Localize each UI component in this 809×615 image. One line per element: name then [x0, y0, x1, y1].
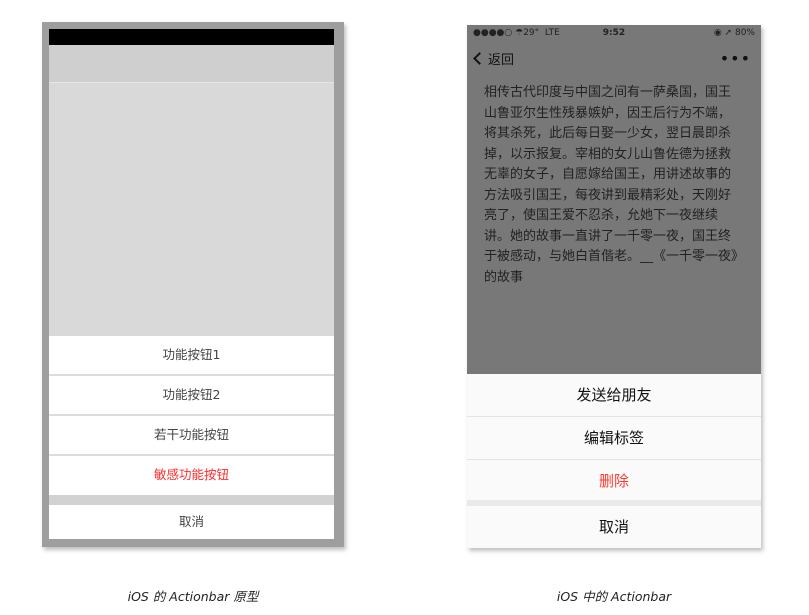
send-to-friend-button[interactable]: 发送给朋友	[467, 374, 761, 417]
edit-tags-button[interactable]: 编辑标签	[467, 417, 761, 460]
prototype-action-button-more[interactable]: 若干功能按钮	[49, 416, 334, 456]
prototype-cancel-button[interactable]: 取消	[49, 505, 334, 539]
location-icon: ◉ ➚	[713, 28, 733, 38]
prototype-caption: iOS 的 Actionbar 原型	[127, 589, 259, 604]
prototype-action-button-1[interactable]: 功能按钮1	[49, 336, 334, 376]
article-text: 相传古代印度与中国之间有一萨桑国，国王山鲁亚尔生性残暴嫉妒，因王后行为不端，将其…	[484, 85, 738, 285]
prototype-sheet-gap	[49, 495, 334, 505]
nav-bar: 返回 •••	[467, 45, 761, 71]
more-options-icon[interactable]: •••	[720, 49, 751, 68]
prototype-nav-bar	[49, 45, 334, 82]
prototype-status-bar	[49, 29, 334, 45]
delete-button[interactable]: 删除	[467, 460, 761, 502]
back-label: 返回	[488, 53, 515, 68]
status-right: ◉ ➚ 80%	[714, 28, 755, 38]
chevron-left-icon	[473, 52, 486, 65]
action-sheet: 发送给朋友 编辑标签 删除	[467, 374, 761, 502]
actionbar-prototype: 功能按钮1 功能按钮2 若干功能按钮 敏感功能按钮 取消	[42, 22, 344, 547]
prototype-screen: 功能按钮1 功能按钮2 若干功能按钮 敏感功能按钮 取消	[49, 29, 334, 539]
ios-caption: iOS 中的 Actionbar	[556, 589, 672, 604]
cancel-button[interactable]: 取消	[467, 506, 761, 548]
battery-percentage: 80%	[734, 28, 755, 38]
prototype-sensitive-button[interactable]: 敏感功能按钮	[49, 456, 334, 494]
back-button[interactable]: 返回	[473, 49, 515, 68]
prototype-content-area	[49, 82, 334, 333]
status-bar: ●●●●○ ☂29° LTE 9:52 ◉ ➚ 80%	[467, 25, 761, 43]
ios-actionbar-screen: ●●●●○ ☂29° LTE 9:52 ◉ ➚ 80% 返回 ••• 相传古代印…	[467, 25, 761, 548]
prototype-action-button-2[interactable]: 功能按钮2	[49, 376, 334, 416]
prototype-action-sheet: 功能按钮1 功能按钮2 若干功能按钮 敏感功能按钮	[49, 336, 334, 498]
